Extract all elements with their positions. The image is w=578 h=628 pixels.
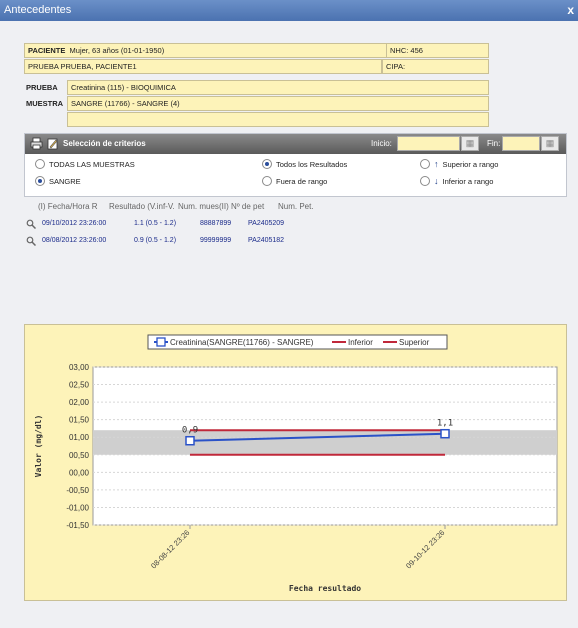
table-cell: 08/08/2012 23:26:00	[42, 237, 107, 244]
y-tick-label: 01,00	[69, 433, 90, 442]
table-cell: 1.1 (0.5 - 1.2)	[134, 220, 177, 227]
patient-name-field: PRUEBA PRUEBA, PACIENTE1	[24, 59, 382, 74]
column-header[interactable]: (II) Nº de pet	[219, 202, 264, 211]
fin-calendar-button[interactable]: ▦	[541, 136, 559, 151]
legend-label: Superior	[399, 338, 430, 347]
table-row[interactable]: 09/10/2012 23:26:00 1.1 (0.5 - 1.2) 8888…	[24, 219, 567, 231]
table-row[interactable]: 08/08/2012 23:26:00 0.9 (0.5 - 1.2) 9999…	[24, 236, 567, 248]
print-icon[interactable]	[30, 137, 43, 150]
data-point	[440, 428, 450, 439]
radio-indicator	[35, 159, 45, 169]
criteria-header: Selección de criterios Inicio: ▦ Fin: ▦	[25, 134, 566, 154]
radio-label: Fuera de rango	[276, 176, 328, 186]
table-cell: PA2405209	[248, 220, 285, 227]
y-tick-label: 03,00	[69, 363, 90, 372]
y-tick-label: 02,50	[69, 381, 90, 390]
y-tick-label: 02,00	[69, 398, 90, 407]
radio-sangre[interactable]: SANGRE	[35, 176, 81, 186]
window-title: Antecedentes	[4, 4, 72, 16]
radio-label: SANGRE	[49, 176, 81, 186]
arrow-down-icon: ↓	[434, 176, 439, 186]
paciente-label: PACIENTE	[28, 46, 66, 55]
prueba-field: Creatinina (115) - BIOQUIMICA	[67, 80, 489, 95]
radio-superior-rango[interactable]: ↑ Superior a rango	[420, 159, 498, 169]
inicio-calendar-button[interactable]: ▦	[461, 136, 479, 151]
cipa-field: CIPA:	[382, 59, 489, 74]
muestra-field: SANGRE (11766) - SANGRE (4)	[67, 96, 489, 111]
inicio-label: Inicio:	[371, 139, 392, 148]
y-tick-label: -01,50	[66, 521, 89, 530]
criteria-title: Selección de criterios	[63, 139, 146, 148]
paciente-row: PACIENTE Mujer, 63 años (01-01-1950)	[24, 43, 388, 58]
table-cell: 88887899	[200, 220, 232, 227]
extra-field	[67, 112, 489, 127]
x-tick-label: 09-10-12 23:26	[404, 528, 446, 570]
y-tick-label: -00,50	[66, 486, 89, 495]
radio-fuera-rango[interactable]: Fuera de rango	[262, 176, 327, 186]
y-tick-label: 01,50	[69, 416, 90, 425]
prueba-label: PRUEBA	[26, 83, 58, 92]
close-button[interactable]: x	[567, 3, 574, 17]
radio-label: Inferior a rango	[442, 176, 494, 186]
radio-label: TODAS LAS MUESTRAS	[49, 159, 135, 169]
fin-date-input[interactable]	[502, 136, 540, 151]
arrow-up-icon: ↑	[434, 159, 439, 169]
edit-icon[interactable]	[46, 137, 59, 150]
inicio-date-input[interactable]	[397, 136, 460, 151]
table-cell: 0.9 (0.5 - 1.2)	[134, 237, 177, 244]
radio-indicator-selected	[262, 159, 272, 169]
column-header[interactable]: (I) Fecha/Hora R	[38, 202, 98, 211]
radio-label: Superior a rango	[442, 159, 499, 169]
results-line-chart: 03,00 02,50 02,00 01,50 01,00 00,50 00,00 -00,5…	[34, 334, 558, 593]
magnifier-icon[interactable]	[26, 219, 36, 229]
y-tick-label: 00,00	[69, 468, 90, 477]
radio-todos-resultados[interactable]: Todos los Resultados	[262, 159, 347, 169]
data-label: 0,9	[182, 426, 198, 436]
table-cell: 99999999	[200, 237, 232, 244]
results-grid-header: (I) Fecha/Hora R Resultado (V.inf-V. Num…	[24, 202, 567, 213]
title-bar: Antecedentes x	[0, 0, 578, 21]
fin-label: Fin:	[487, 139, 501, 148]
legend-marker	[156, 337, 166, 347]
radio-indicator	[262, 176, 272, 186]
table-cell: PA2405182	[248, 237, 285, 244]
radio-todas-muestras[interactable]: TODAS LAS MUESTRAS	[35, 159, 135, 169]
paciente-value: Mujer, 63 años (01-01-1950)	[69, 46, 165, 55]
y-tick-label: -01,00	[66, 503, 89, 512]
y-tick-label: 00,50	[69, 451, 90, 460]
column-header[interactable]: Num. mues	[178, 202, 219, 211]
y-axis-label: Valor (mg/dl)	[34, 415, 43, 478]
radio-indicator	[420, 159, 430, 169]
normal-range-band	[93, 430, 557, 455]
magnifier-icon[interactable]	[26, 236, 36, 246]
column-header[interactable]: Resultado (V.inf-V.	[109, 202, 175, 211]
chart-panel: 03,00 02,50 02,00 01,50 01,00 00,50 00,00 -00,5…	[24, 324, 567, 601]
legend-label: Inferior	[348, 338, 373, 347]
radio-indicator-selected	[35, 176, 45, 186]
nhc-field: NHC: 456	[386, 43, 489, 58]
muestra-label: MUESTRA	[26, 99, 64, 108]
radio-label: Todos los Resultados	[276, 159, 348, 169]
table-cell: 09/10/2012 23:26:00	[42, 220, 107, 227]
x-tick-label: 08-08-12 23:26	[149, 528, 191, 570]
x-axis-label: Fecha resultado	[289, 584, 361, 593]
column-header[interactable]: Num. Pet.	[278, 202, 314, 211]
legend-label: Creatinina(SANGRE(11766) - SANGRE)	[170, 338, 314, 347]
radio-indicator	[420, 176, 430, 186]
data-point	[185, 435, 195, 446]
radio-inferior-rango[interactable]: ↓ Inferior a rango	[420, 176, 493, 186]
criteria-panel: Selección de criterios Inicio: ▦ Fin: ▦ …	[24, 133, 567, 197]
data-label: 1,1	[437, 419, 453, 429]
